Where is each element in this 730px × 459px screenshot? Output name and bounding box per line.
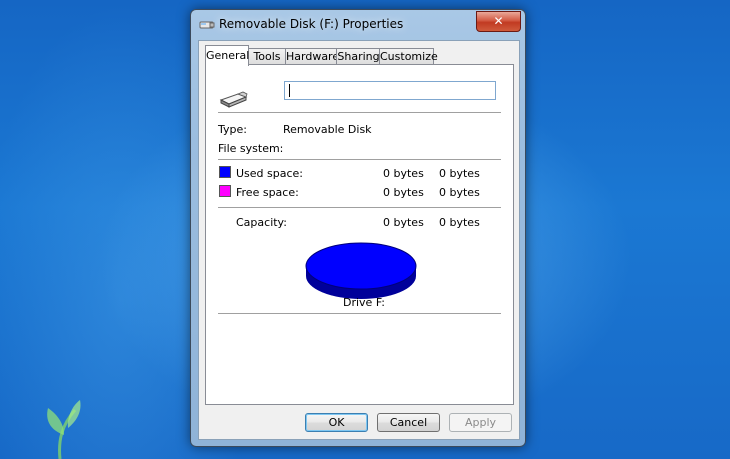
type-value: Removable Disk	[283, 123, 372, 136]
wallpaper-leaf-graphic	[47, 400, 81, 459]
capacity-bytes: 0 bytes	[383, 216, 424, 229]
tab-general[interactable]: General	[205, 45, 249, 66]
used-space-size: 0 bytes	[439, 167, 480, 180]
file-system-label: File system:	[218, 142, 284, 155]
type-label: Type:	[218, 123, 247, 136]
divider	[218, 313, 501, 314]
free-space-label: Free space:	[236, 186, 299, 199]
removable-drive-icon	[219, 91, 248, 108]
tab-label: Customize	[380, 50, 438, 63]
close-button[interactable]: ✕	[476, 11, 521, 32]
window-title: Removable Disk (F:) Properties	[219, 17, 404, 31]
divider	[218, 207, 501, 208]
general-tab-panel: Type: Removable Disk File system: Used s…	[205, 64, 514, 405]
divider	[218, 112, 501, 113]
capacity-label: Capacity:	[236, 216, 287, 229]
apply-button-label: Apply	[464, 416, 497, 429]
tab-customize[interactable]: Customize	[379, 48, 438, 65]
capacity-size: 0 bytes	[439, 216, 480, 229]
drive-label: Drive F:	[343, 296, 386, 309]
tab-label: General	[206, 49, 250, 62]
properties-window: Removable Disk (F:) Properties ✕ General…	[190, 9, 526, 447]
close-icon: ✕	[493, 14, 504, 28]
dialog-client-area: General Tools Hardware Sharing Customize	[198, 40, 520, 440]
pie-top-used-slice	[305, 242, 417, 290]
disk-usage-pie-chart	[305, 242, 417, 299]
free-space-size: 0 bytes	[439, 186, 480, 199]
title-bar[interactable]: Removable Disk (F:) Properties ✕	[191, 10, 525, 38]
text-caret	[289, 84, 290, 97]
free-space-swatch	[219, 185, 231, 197]
cancel-button-label: Cancel	[389, 416, 428, 429]
divider	[218, 159, 501, 160]
tab-label: Hardware	[286, 50, 340, 63]
ok-button-label: OK	[328, 416, 345, 429]
drive-name-input[interactable]	[284, 81, 496, 100]
tab-strip: General Tools Hardware Sharing Customize	[205, 45, 515, 66]
ok-button[interactable]: OK	[305, 413, 368, 432]
tab-label: Sharing	[337, 50, 380, 63]
tab-tools[interactable]: Tools	[247, 48, 287, 65]
cancel-button[interactable]: Cancel	[377, 413, 440, 432]
apply-button[interactable]: Apply	[449, 413, 512, 432]
tab-sharing[interactable]: Sharing	[336, 48, 381, 65]
free-space-bytes: 0 bytes	[383, 186, 424, 199]
tab-hardware[interactable]: Hardware	[285, 48, 340, 65]
used-space-label: Used space:	[236, 167, 304, 180]
used-space-swatch	[219, 166, 231, 178]
removable-drive-icon	[199, 21, 215, 29]
used-space-bytes: 0 bytes	[383, 167, 424, 180]
tab-label: Tools	[253, 50, 281, 63]
